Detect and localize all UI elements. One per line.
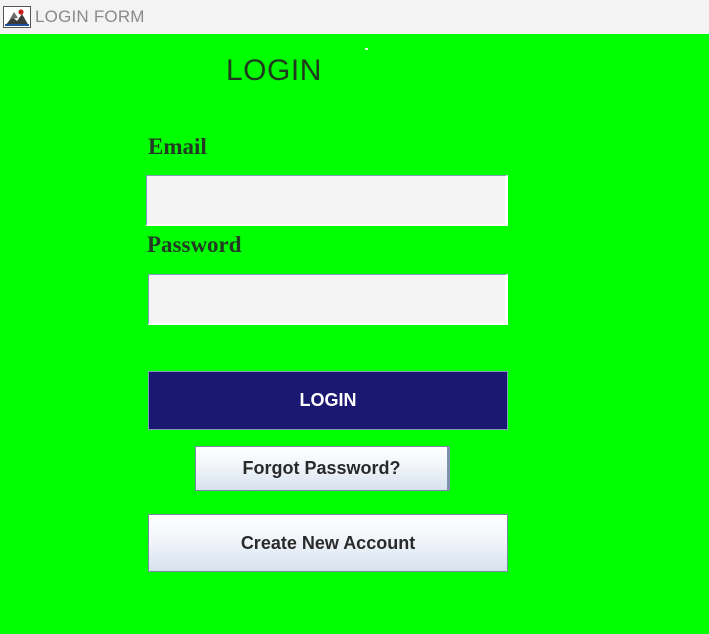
title-bar: LOGIN FORM [0,0,709,34]
sparkle-artifact [365,48,368,50]
forgot-password-button[interactable]: Forgot Password? [195,446,450,491]
password-label: Password [147,232,242,257]
create-account-button[interactable]: Create New Account [148,514,508,572]
window-title: LOGIN FORM [35,7,145,26]
page-title: LOGIN [226,54,322,87]
login-window: LOGIN FORM LOGIN Email Password LOGIN Fo… [0,0,709,634]
java-app-icon [3,6,31,28]
email-label: Email [148,134,207,159]
password-field[interactable] [148,274,508,325]
email-field[interactable] [146,175,508,226]
login-button[interactable]: LOGIN [148,371,508,430]
login-panel: LOGIN Email Password LOGIN Forgot Passwo… [0,34,709,634]
